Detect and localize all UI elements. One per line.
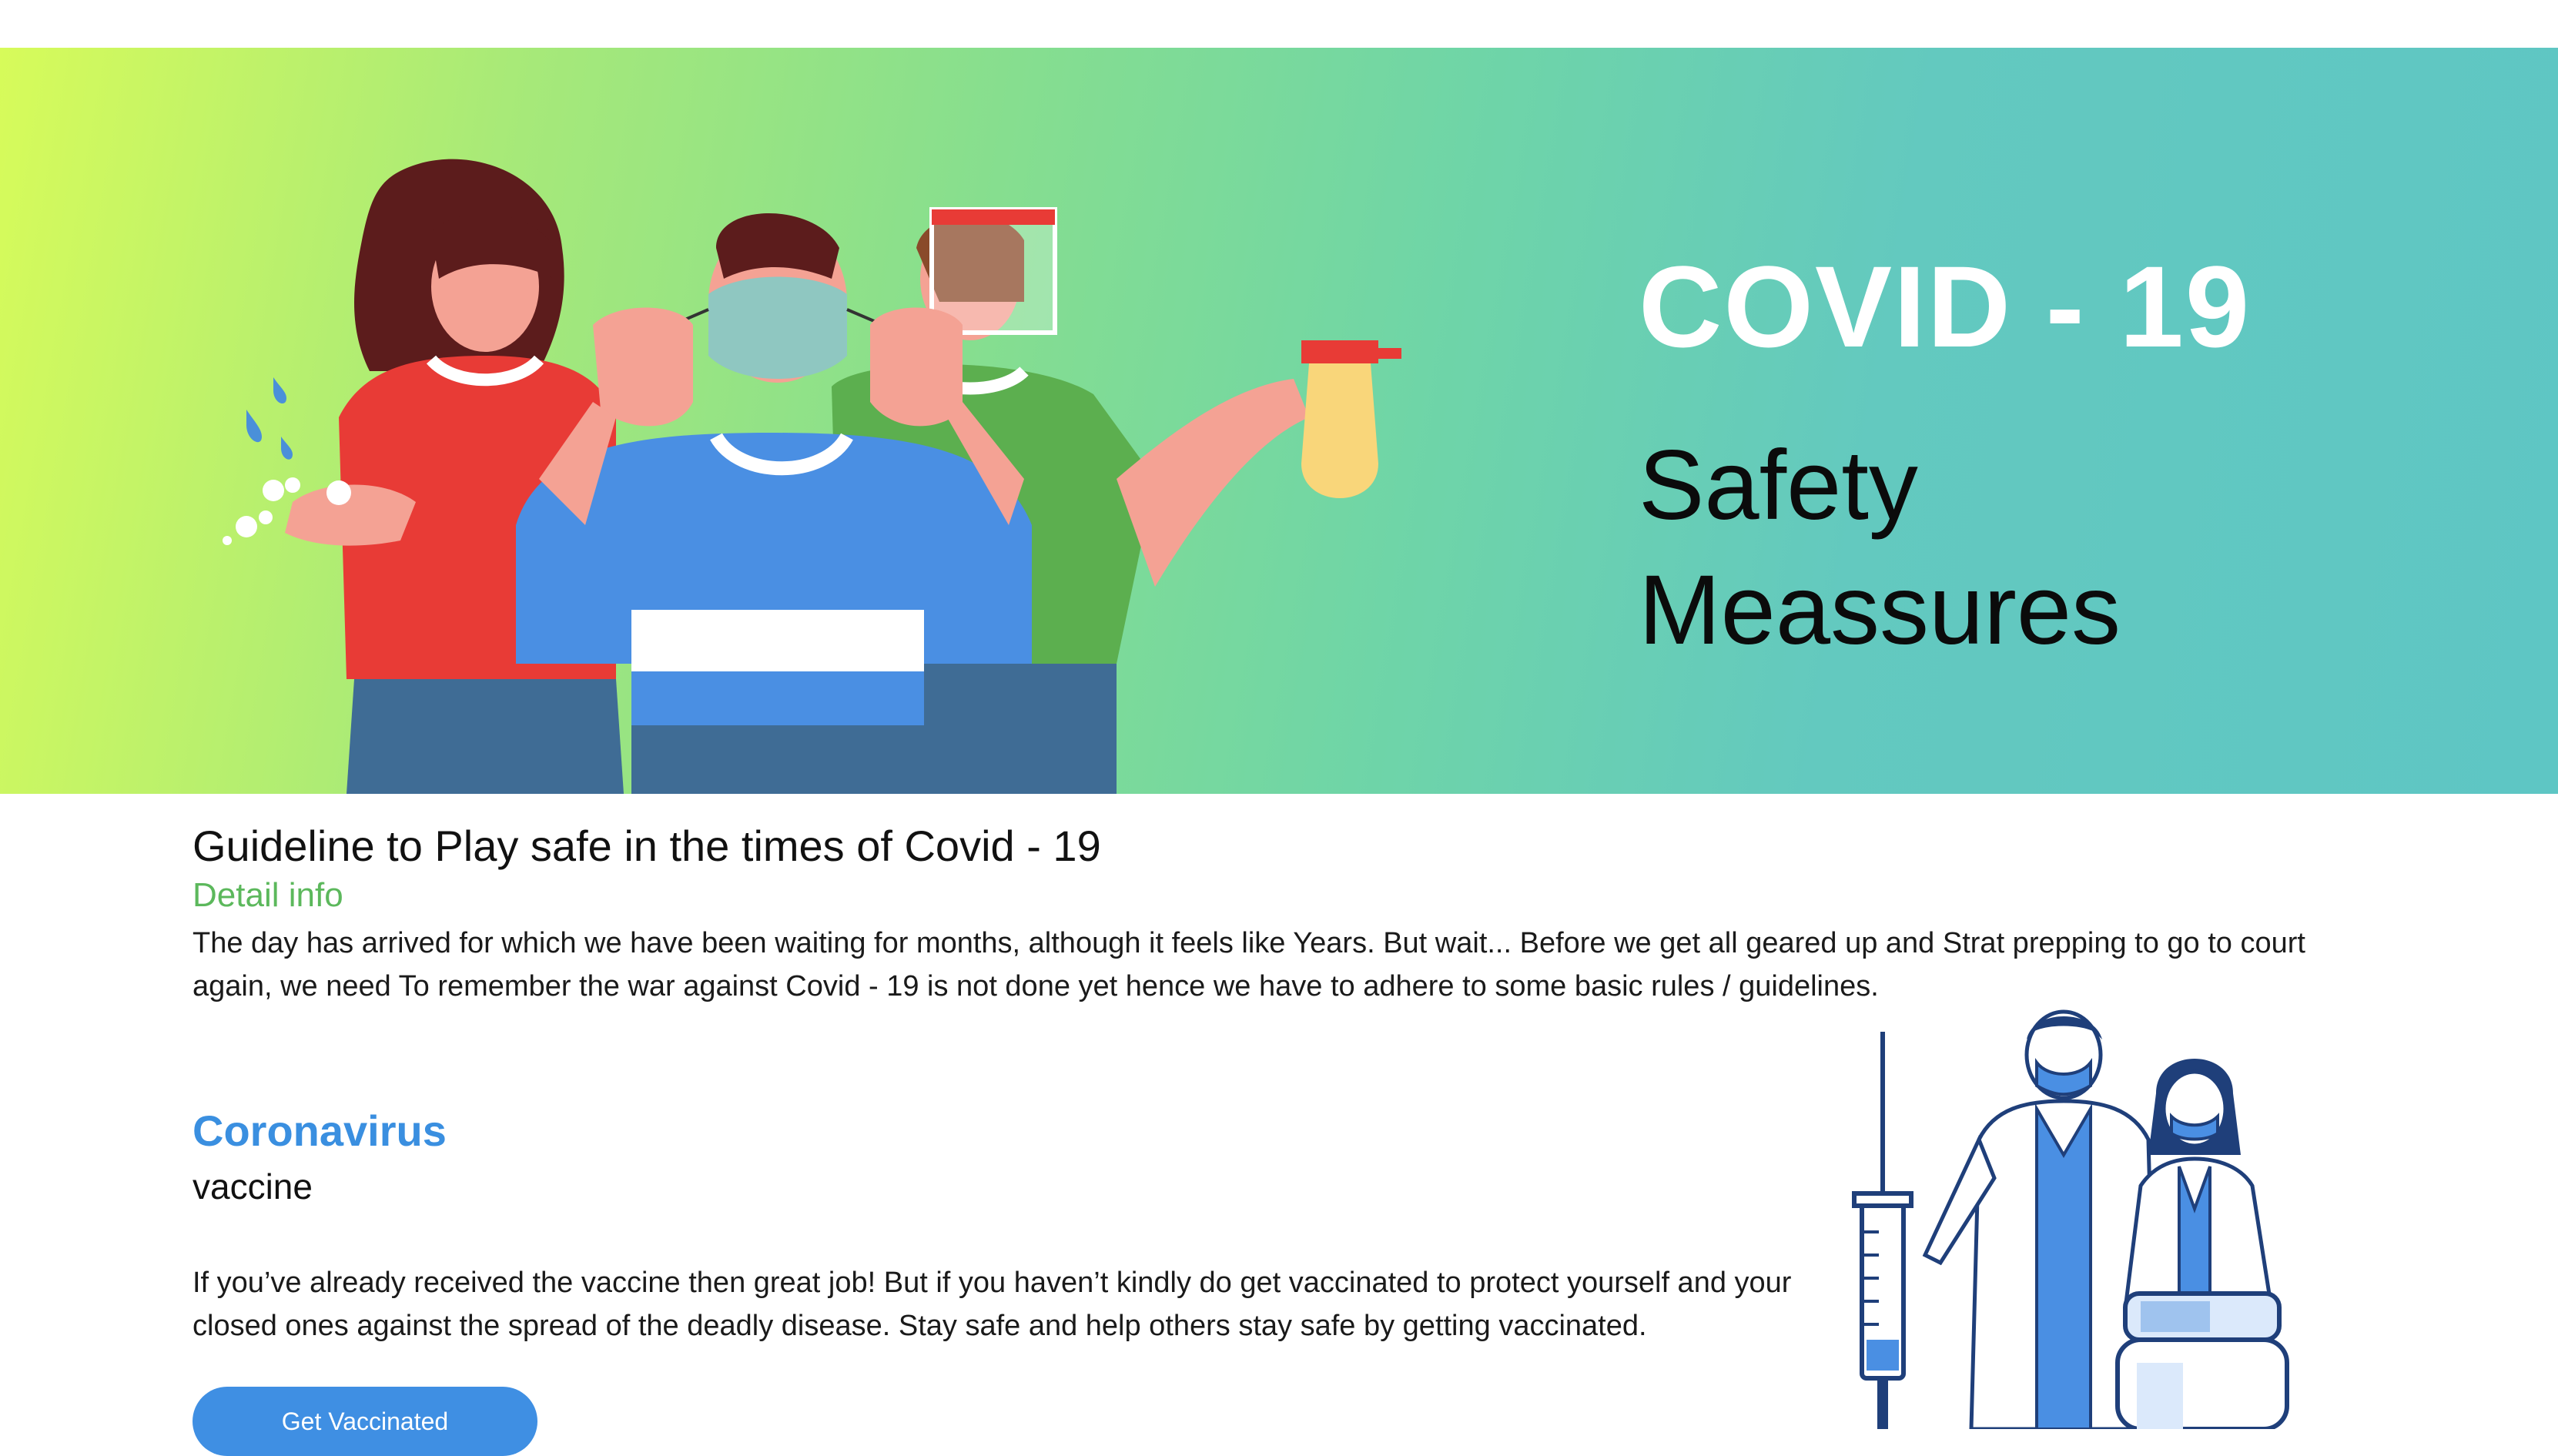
female-doctor-figure: [2123, 1059, 2274, 1311]
vaccine-section-heading: Coronavirus: [193, 1106, 447, 1155]
hero-subtitle-line1: Safety: [1639, 430, 1918, 541]
top-strip: [0, 0, 2558, 48]
guideline-title: Guideline to Play safe in the times of C…: [193, 822, 1101, 870]
hero-title: COVID - 19: [1639, 242, 2252, 371]
vaccine-vial-icon: [2115, 1291, 2289, 1429]
detail-info-label: Detail info: [193, 876, 343, 914]
vaccine-paragraph: If you’ve already received the vaccine t…: [193, 1267, 1792, 1342]
hero-subtitle-line2: Meassures: [1639, 555, 2121, 665]
syringe-icon: [1852, 1032, 1913, 1429]
intro-paragraph: The day has arrived for which we have be…: [193, 927, 2305, 1002]
get-vaccinated-button[interactable]: Get Vaccinated: [193, 1387, 537, 1456]
covid-safety-illustration: [223, 159, 1401, 794]
vaccine-section-subheading: vaccine: [193, 1166, 313, 1207]
doctors-vaccine-illustration: [1852, 1009, 2289, 1429]
hero-banner: COVID - 19 Safety Meassures: [0, 48, 2558, 794]
spray-bottle-icon: [1301, 340, 1401, 498]
